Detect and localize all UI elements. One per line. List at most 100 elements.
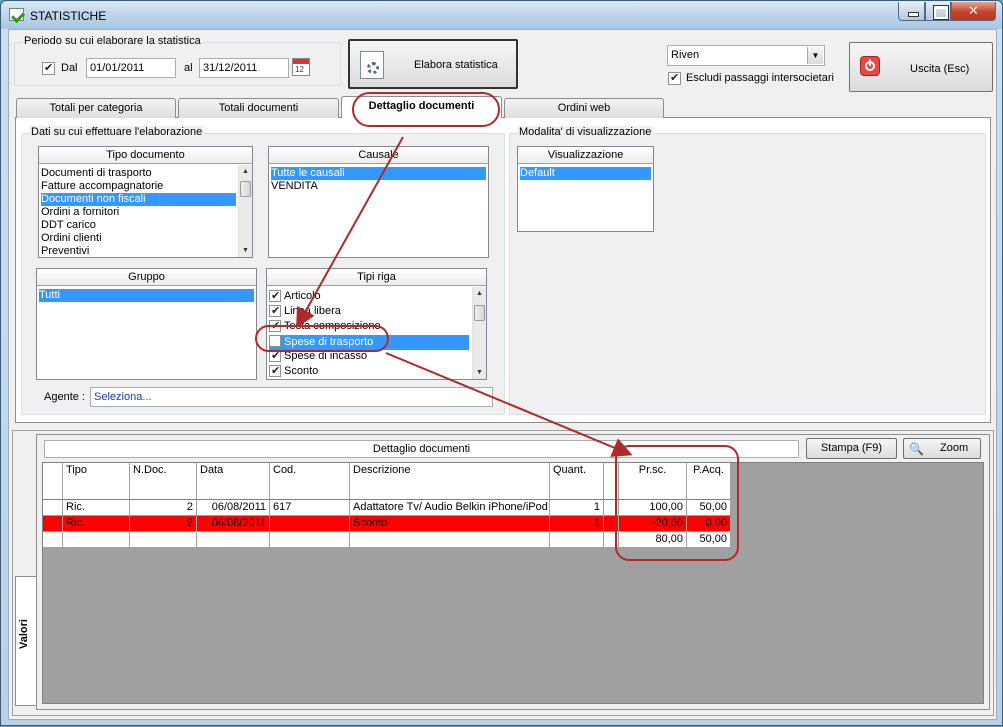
results-grid[interactable]: Tipo N.Doc. Data Cod. Descrizione Quant.…	[42, 462, 984, 704]
grid-cell[interactable]: 50,00	[687, 500, 731, 516]
close-window-button[interactable]	[951, 2, 996, 21]
tipo-riga-item[interactable]: Testa composizione	[269, 319, 469, 334]
grid-cell[interactable]: 1	[550, 500, 604, 516]
al-label: al	[184, 62, 193, 74]
list-item[interactable]: Fatture accompagnatorie	[41, 180, 236, 193]
tipo-riga-checkbox[interactable]	[269, 335, 281, 347]
company-select[interactable]: Riven ▼	[667, 45, 825, 66]
list-item[interactable]: Default	[520, 167, 651, 180]
grid-cell[interactable]	[130, 532, 197, 548]
tipo-riga-checkbox[interactable]	[269, 319, 281, 332]
maximize-button[interactable]	[925, 2, 951, 21]
title-bar[interactable]: STATISTICHE	[1, 1, 1002, 29]
tab-ordini-web[interactable]: Ordini web	[504, 98, 664, 118]
tipo-documento-list[interactable]: Tipo documento Documenti di trasporto Fa…	[38, 146, 253, 258]
gruppo-header: Gruppo	[37, 269, 256, 286]
grid-col-prsc[interactable]: Pr.sc.	[619, 463, 687, 500]
grid-col-descrizione[interactable]: Descrizione	[350, 463, 550, 500]
list-item[interactable]: Ordini clienti	[41, 232, 236, 245]
tipo-riga-item[interactable]: Linea libera	[269, 304, 469, 319]
grid-col-data[interactable]: Data	[197, 463, 270, 500]
grid-col-pacq[interactable]: P.Acq.	[687, 463, 731, 500]
tipo-riga-checkbox[interactable]	[269, 304, 281, 317]
elabora-statistica-button[interactable]: Elabora statistica	[348, 39, 518, 89]
tipo-documento-scrollbar[interactable]: ▲ ▼	[238, 165, 252, 257]
gruppo-list[interactable]: Gruppo Tutti	[36, 268, 257, 380]
list-item[interactable]: Tutte le causali	[271, 167, 486, 180]
grid-col-ndoc[interactable]: N.Doc.	[130, 463, 197, 500]
dal-label: Dal	[61, 62, 78, 74]
dal-checkbox[interactable]	[42, 61, 55, 75]
scroll-up-icon[interactable]: ▲	[473, 287, 486, 300]
tab-dettaglio-documenti[interactable]: Dettaglio documenti	[341, 96, 502, 118]
list-item[interactable]: Documenti di trasporto	[41, 167, 236, 180]
list-item[interactable]: DDT carico	[41, 219, 236, 232]
tipo-riga-checkbox[interactable]	[269, 364, 281, 377]
grid-row-header[interactable]	[43, 500, 63, 516]
print-button[interactable]: Stampa (F9)	[806, 438, 897, 459]
scroll-up-icon[interactable]: ▲	[239, 165, 252, 178]
tab-valori[interactable]: Valori	[15, 576, 37, 706]
grid-cell[interactable]: Ric.	[63, 516, 130, 532]
grid-cell[interactable]: Sconto	[350, 516, 550, 532]
grid-cell[interactable]: 617	[270, 500, 350, 516]
to-date-input[interactable]: 31/12/2011	[199, 58, 289, 78]
list-item[interactable]: Documenti non fiscali	[41, 193, 236, 206]
grid-cell[interactable]: 80,00	[619, 532, 687, 548]
grid-row-header[interactable]	[43, 532, 63, 548]
causale-list[interactable]: Causale Tutte le causali VENDITA	[268, 146, 489, 258]
zoom-button[interactable]: 🔍 Zoom	[903, 438, 981, 459]
scroll-thumb[interactable]	[240, 181, 251, 197]
list-item[interactable]: VENDITA	[271, 180, 486, 193]
grid-cell[interactable]: Adattatore Tv/ Audio Belkin iPhone/iPod	[350, 500, 550, 516]
exclude-intercompany-checkbox[interactable]	[668, 71, 681, 85]
grid-cell[interactable]: 0,00	[687, 516, 731, 532]
from-date-input[interactable]: 01/01/2011	[86, 58, 176, 78]
grid-col-tipo[interactable]: Tipo	[63, 463, 130, 500]
list-item[interactable]: Tutti	[39, 289, 254, 302]
tipo-riga-checkbox[interactable]	[269, 349, 281, 362]
visualizzazione-list[interactable]: Visualizzazione Default	[517, 146, 654, 232]
tipi-riga-list[interactable]: Tipi riga Articolo Linea libera Testa co…	[266, 268, 487, 380]
agente-input[interactable]: Seleziona...	[90, 387, 493, 407]
grid-cell[interactable]: 2	[130, 516, 197, 532]
calendar-icon[interactable]: 12	[292, 58, 310, 76]
grid-cell[interactable]	[550, 532, 604, 548]
grid-cell[interactable]: 06/08/2011	[197, 516, 270, 532]
grid-cell	[604, 532, 619, 548]
tipo-riga-item[interactable]: Sconto	[269, 364, 469, 379]
tipo-riga-item[interactable]: Articolo	[269, 289, 469, 304]
grid-col-quant[interactable]: Quant.	[550, 463, 604, 500]
grid-cell[interactable]: 2	[130, 500, 197, 516]
tipo-riga-item-selected[interactable]: Spese di trasporto	[269, 335, 469, 350]
tipi-riga-scrollbar[interactable]: ▲ ▼	[472, 287, 486, 379]
grid-cell[interactable]	[197, 532, 270, 548]
tab-totali-categoria[interactable]: Totali per categoria	[16, 98, 176, 118]
chevron-down-icon[interactable]: ▼	[807, 47, 823, 64]
grid-cell[interactable]	[350, 532, 550, 548]
grid-cell	[604, 500, 619, 516]
scroll-down-icon[interactable]: ▼	[239, 244, 252, 257]
grid-cell[interactable]: -20,00	[619, 516, 687, 532]
scroll-down-icon[interactable]: ▼	[473, 366, 486, 379]
grid-cell[interactable]: 100,00	[619, 500, 687, 516]
grid-cell[interactable]	[63, 532, 130, 548]
grid-row-header[interactable]	[43, 516, 63, 532]
scroll-thumb[interactable]	[474, 305, 485, 321]
tipo-riga-checkbox[interactable]	[269, 289, 281, 302]
grid-cell[interactable]: 50,00	[687, 532, 731, 548]
grid-cell[interactable]	[270, 516, 350, 532]
list-item[interactable]: Ordini a fornitori	[41, 206, 236, 219]
client-area: Periodo su cui elaborare la statistica D…	[8, 29, 997, 720]
exit-button[interactable]: Uscita (Esc)	[849, 42, 993, 92]
grid-cell[interactable]: Ric.	[63, 500, 130, 516]
grid-cell[interactable]	[270, 532, 350, 548]
grid-cell[interactable]: 06/08/2011	[197, 500, 270, 516]
list-item[interactable]: Preventivi	[41, 245, 236, 258]
grid-col-cod[interactable]: Cod.	[270, 463, 350, 500]
grid-cell[interactable]: 1	[550, 516, 604, 532]
tipo-riga-item[interactable]: Spese di incasso	[269, 349, 469, 364]
minimize-button[interactable]	[898, 2, 925, 21]
tab-totali-documenti[interactable]: Totali documenti	[178, 98, 339, 118]
elabora-statistica-label: Elabora statistica	[414, 59, 498, 71]
